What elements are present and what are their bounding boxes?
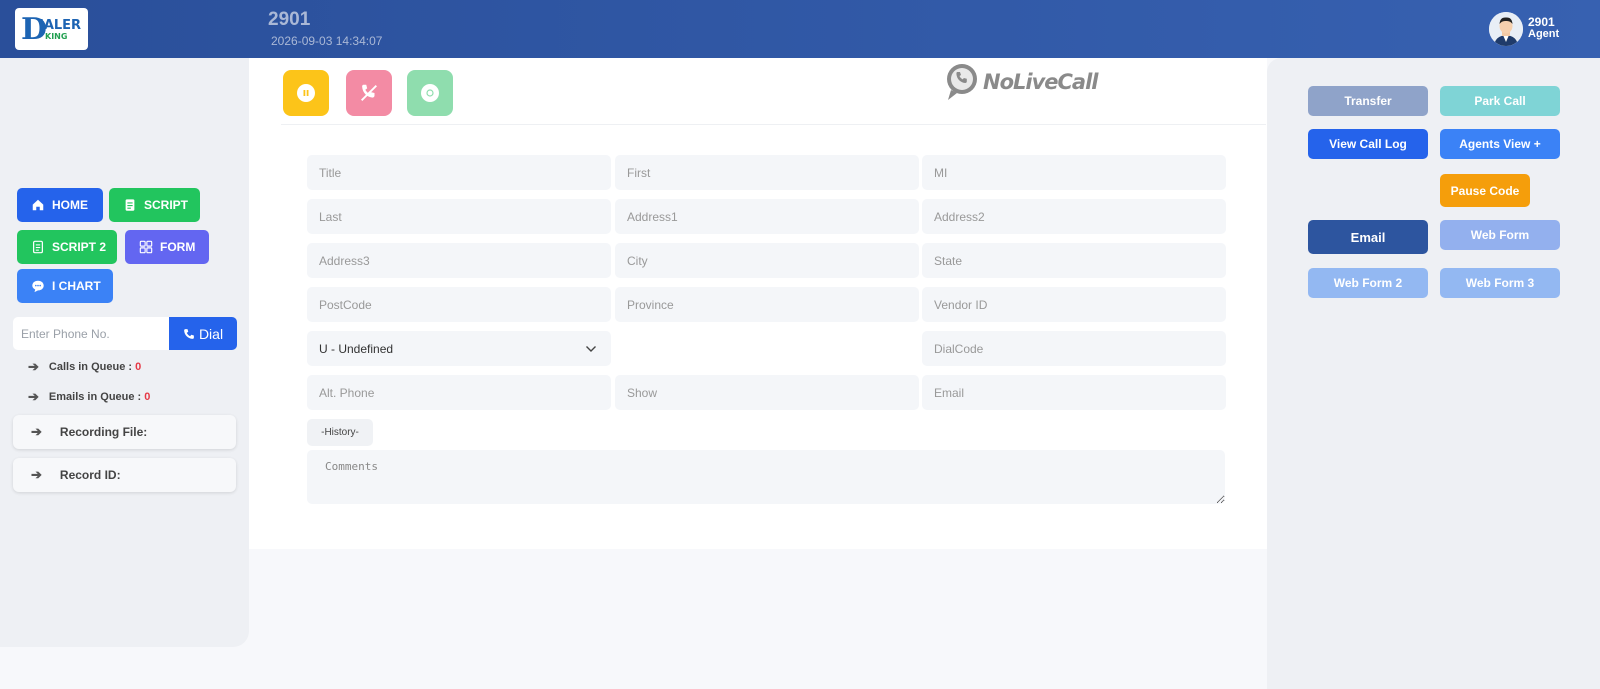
record-button[interactable] [407, 70, 453, 116]
pause-icon [297, 84, 315, 102]
calls-in-queue-row: ➔ Calls in Queue : 0 [28, 359, 141, 375]
recording-file-card[interactable]: ➔ Recording File: [13, 415, 236, 449]
dialer-king-logo[interactable]: D IALER KING [15, 8, 88, 50]
pause-button[interactable] [283, 70, 329, 116]
emails-queue-label: Emails in Queue : [48, 391, 142, 403]
agent-number: 2901 [268, 9, 311, 30]
arrow-right-icon: ➔ [31, 424, 42, 439]
user-name: 2901 [1528, 15, 1555, 29]
middle-initial-field[interactable] [922, 155, 1226, 190]
address2-field[interactable] [922, 199, 1226, 234]
address1-field[interactable] [615, 199, 919, 234]
province-field[interactable] [615, 287, 919, 322]
document-icon [125, 199, 135, 211]
nolivecall-logo-icon [947, 64, 977, 100]
dialcode-field[interactable] [922, 331, 1226, 366]
web-form-button[interactable]: Web Form [1440, 220, 1560, 250]
record-id-label: Record ID: [59, 468, 121, 482]
show-field[interactable] [615, 375, 919, 410]
web-form-2-button[interactable]: Web Form 2 [1308, 268, 1428, 298]
email-button[interactable]: Email [1308, 220, 1428, 254]
alt-phone-field[interactable] [307, 375, 611, 410]
record-id-card[interactable]: ➔ Record ID: [13, 458, 236, 492]
arrow-right-icon: ➔ [31, 467, 42, 482]
agents-view-button[interactable]: Agents View + [1440, 129, 1560, 159]
postcode-field[interactable] [307, 287, 611, 322]
content-divider [281, 124, 1266, 125]
home-label: HOME [52, 198, 88, 212]
arrow-right-icon: ➔ [28, 389, 39, 404]
last-name-field[interactable] [307, 199, 611, 234]
script-button[interactable]: SCRIPT [109, 188, 200, 222]
city-field[interactable] [615, 243, 919, 278]
dial-label: Dial [198, 325, 224, 342]
comments-textarea[interactable] [307, 450, 1225, 504]
hangup-button[interactable] [346, 70, 392, 116]
record-icon [421, 84, 439, 102]
vendor-id-field[interactable] [922, 287, 1226, 322]
top-header: D IALER KING 2901 2026-09-03 14:34:07 29… [0, 0, 1600, 58]
dial-button[interactable]: Dial [169, 317, 237, 350]
ichart-button[interactable]: I CHART [17, 269, 113, 303]
nolivecall-text: NoLiveCall [983, 70, 1098, 94]
phone-off-icon [361, 84, 377, 101]
gender-select[interactable]: U - Undefined [307, 331, 611, 366]
history-button[interactable]: -History- [307, 419, 373, 446]
home-icon [32, 199, 44, 211]
park-call-button[interactable]: Park Call [1440, 86, 1560, 116]
state-field[interactable] [922, 243, 1226, 278]
calls-queue-label: Calls in Queue : [48, 361, 133, 373]
phone-number-input[interactable] [13, 317, 169, 350]
current-datetime: 2026-09-03 14:34:07 [271, 34, 383, 48]
emails-in-queue-row: ➔ Emails in Queue : 0 [28, 389, 150, 405]
title-field[interactable] [307, 155, 611, 190]
user-avatar[interactable] [1489, 12, 1523, 46]
email-field[interactable] [922, 375, 1226, 410]
script2-button[interactable]: SCRIPT 2 [17, 230, 117, 264]
left-sidebar [0, 58, 249, 647]
script-label: SCRIPT [144, 198, 189, 212]
home-button[interactable]: HOME [17, 188, 103, 222]
gender-select-value: U - Undefined [319, 341, 394, 356]
notes-icon [33, 240, 43, 254]
transfer-button[interactable]: Transfer [1308, 86, 1428, 116]
emails-queue-count: 0 [144, 391, 151, 403]
phone-icon [184, 328, 194, 339]
pause-code-button[interactable]: Pause Code [1440, 174, 1530, 207]
ichart-label: I CHART [52, 279, 101, 293]
address3-field[interactable] [307, 243, 611, 278]
web-form-3-button[interactable]: Web Form 3 [1440, 268, 1560, 298]
user-role: Agent [1528, 28, 1560, 40]
recording-file-label: Recording File: [59, 425, 148, 439]
calls-queue-count: 0 [135, 361, 142, 373]
chevron-down-icon [586, 345, 596, 352]
grid-icon [139, 240, 153, 254]
nolivecall-brand: NoLiveCall [944, 62, 1098, 102]
chat-icon [32, 280, 44, 293]
avatar-icon [1489, 12, 1523, 46]
logo-subtext: KING [45, 32, 68, 41]
view-call-log-button[interactable]: View Call Log [1308, 129, 1428, 159]
script2-label: SCRIPT 2 [52, 240, 107, 254]
arrow-right-icon: ➔ [28, 359, 39, 374]
form-label: FORM [160, 240, 196, 254]
first-name-field[interactable] [615, 155, 919, 190]
form-button[interactable]: FORM [125, 230, 209, 264]
logo-text: IALER [39, 18, 82, 33]
main-footer-area [249, 549, 1267, 689]
